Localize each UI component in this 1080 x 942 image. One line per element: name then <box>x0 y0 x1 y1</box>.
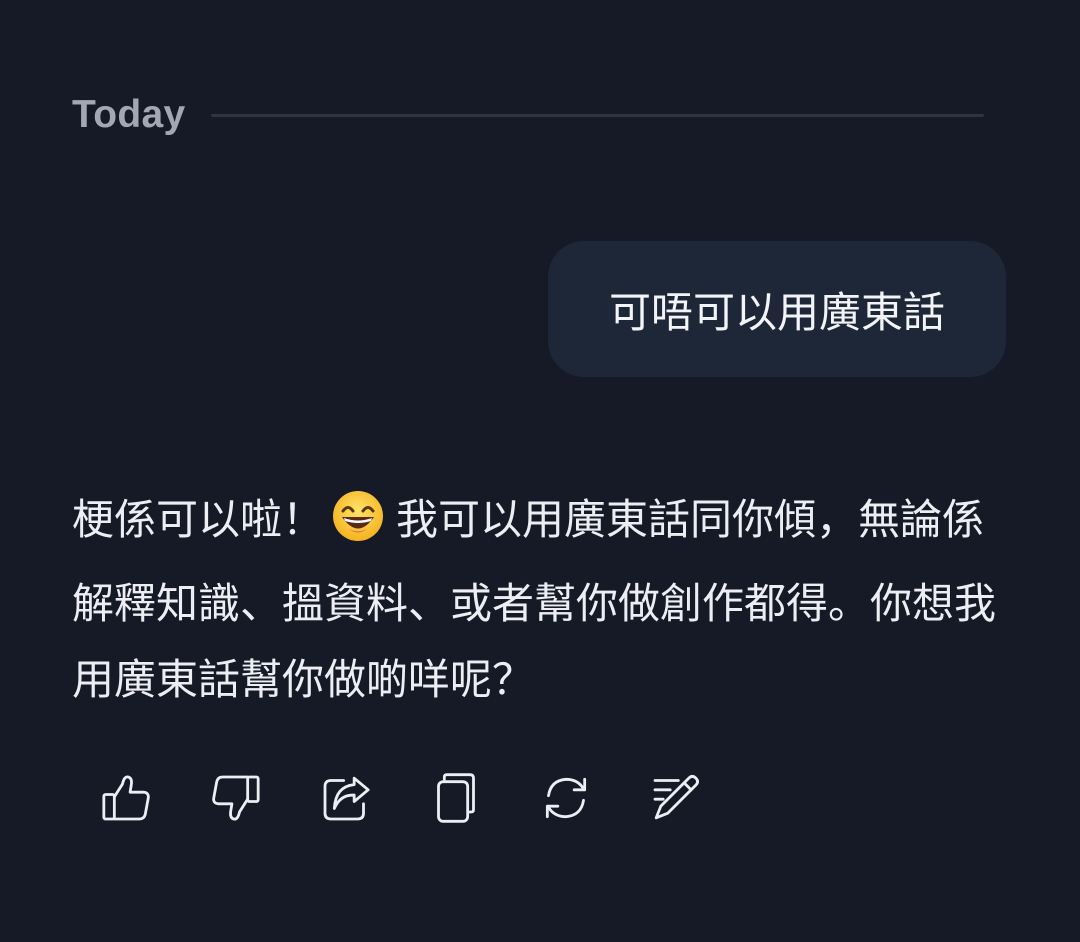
date-label: Today <box>72 93 186 136</box>
user-message-bubble: 可唔可以用廣東話 <box>548 241 1006 377</box>
copy-button[interactable] <box>426 768 486 828</box>
regenerate-button[interactable] <box>536 768 596 828</box>
grinning-face-emoji-icon <box>332 491 384 552</box>
assistant-text-start: 梗係可以啦！ <box>72 495 325 544</box>
assistant-message: 梗係可以啦！ 我可以用廣東話同你傾，無論係解釋知識、搵資料、或者幫你做創作都得。… <box>72 482 1012 718</box>
share-icon <box>323 776 370 821</box>
thumbs-up-button[interactable] <box>96 768 156 828</box>
user-message-text: 可唔可以用廣東話 <box>608 287 945 337</box>
thumbs-down-icon <box>212 775 260 821</box>
thumbs-up-icon <box>102 775 150 821</box>
date-divider: Today <box>72 90 984 140</box>
edit-button[interactable] <box>646 768 706 828</box>
share-button[interactable] <box>316 768 376 828</box>
message-actions <box>96 768 756 828</box>
divider-line <box>211 113 984 117</box>
edit-icon <box>653 775 699 820</box>
regenerate-icon <box>545 777 587 819</box>
copy-icon <box>437 773 475 823</box>
thumbs-down-button[interactable] <box>206 768 266 828</box>
